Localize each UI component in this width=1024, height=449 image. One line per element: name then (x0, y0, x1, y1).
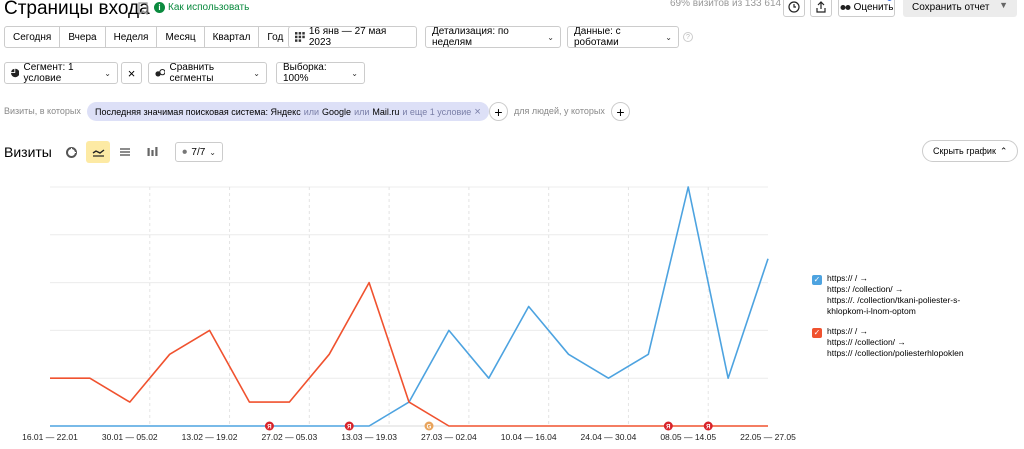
chevron-down-icon: ⌄ (209, 147, 216, 157)
x-tick-label: 30.01 — 05.02 (102, 432, 158, 442)
segment-dropdown[interactable]: Сегмент: 1 условие ⌄ (4, 62, 118, 84)
chevron-down-icon: ▼ (999, 0, 1008, 10)
clear-segment-button[interactable]: × (121, 62, 142, 84)
x-tick-label: 13.03 — 19.03 (341, 432, 397, 442)
x-tick-label: 24.04 — 30.04 (581, 432, 637, 442)
x-tick-label: 13.02 — 19.02 (182, 432, 238, 442)
x-tick-label: 27.03 — 02.04 (421, 432, 477, 442)
series-line (50, 186, 769, 427)
period-quarter[interactable]: Квартал (205, 27, 260, 47)
comment-icon (182, 149, 187, 154)
rate-icon (840, 4, 851, 10)
data-dropdown[interactable]: Данные: с роботами ⌄ (567, 26, 679, 48)
legend-item[interactable]: ✓ https:// / → https:/ /collection/ → ht… (812, 273, 1022, 317)
x-tick-label: 22.05 — 27.05 (740, 432, 796, 442)
period-year[interactable]: Год (259, 27, 291, 47)
calendar-icon (295, 32, 305, 42)
pie-icon (65, 146, 77, 158)
legend-item[interactable]: ✓ https:// / → https:// /collection/ → h… (812, 326, 1022, 359)
chevron-down-icon: ⌄ (665, 32, 672, 42)
period-month[interactable]: Месяц (157, 27, 205, 47)
chevron-down-icon: ⌄ (351, 68, 358, 78)
annotation-marker-label: Я (347, 425, 351, 431)
info-icon: i (154, 2, 165, 13)
period-week[interactable]: Неделя (106, 27, 158, 47)
rate-button[interactable]: Оценить (838, 0, 895, 17)
date-range-picker[interactable]: 16 янв — 27 мая 2023 (288, 26, 417, 48)
bar-chart-icon (147, 147, 157, 156)
compare-segments-dropdown[interactable]: Сравнить сегменты ⌄ (148, 62, 267, 84)
plus-icon: + (494, 103, 503, 120)
bookmark-icon[interactable] (138, 2, 148, 15)
visits-total: 69% визитов из 133 614 (670, 0, 782, 9)
chart-type-area[interactable] (113, 141, 137, 163)
chart-type-pie[interactable] (59, 141, 83, 163)
plus-icon: + (616, 103, 625, 120)
share-icon (816, 1, 826, 13)
chevron-down-icon: ⌄ (104, 68, 111, 78)
pie-icon (11, 68, 20, 78)
export-button[interactable] (810, 0, 832, 17)
series-count-dropdown[interactable]: 7/7 ⌄ (175, 142, 223, 162)
period-today[interactable]: Сегодня (5, 27, 61, 47)
hide-chart-button[interactable]: Скрыть график ⌃ (922, 140, 1019, 162)
clock-icon (788, 1, 800, 13)
add-visit-filter-button[interactable]: + (489, 102, 508, 121)
checkbox-icon[interactable]: ✓ (812, 275, 822, 285)
chart-title: Визиты (4, 144, 52, 160)
x-tick-label: 27.02 — 05.03 (261, 432, 317, 442)
area-chart-icon (120, 148, 130, 156)
chart-type-line[interactable] (86, 141, 110, 163)
x-tick-label: 08.05 — 14.05 (660, 432, 716, 442)
x-tick-label: 10.04 — 16.04 (501, 432, 557, 442)
annotation-marker-label: Я (706, 425, 710, 431)
sample-dropdown[interactable]: Выборка: 100% ⌄ (276, 62, 365, 84)
chevron-down-icon: ⌄ (547, 32, 554, 42)
chart-type-bar[interactable] (140, 141, 164, 163)
close-icon[interactable]: × (474, 106, 480, 118)
add-people-filter-button[interactable]: + (611, 102, 630, 121)
checkbox-icon[interactable]: ✓ (812, 328, 822, 338)
close-icon: × (127, 65, 136, 81)
help-icon[interactable]: ? (683, 32, 693, 42)
page-title: Страницы входа (4, 0, 150, 19)
visits-line-chart: 16.01 — 22.01 30.01 — 05.02 13.02 — 19.02 2… (22, 186, 796, 442)
annotation-marker-label: Я (267, 425, 271, 431)
chevron-up-icon: ⌃ (999, 145, 1008, 156)
annotation-marker-label: Я (666, 425, 670, 431)
compare-icon (155, 68, 166, 77)
detail-dropdown[interactable]: Детализация: по неделям ⌄ (425, 26, 561, 48)
people-filter-label: для людей, у которых (514, 106, 605, 116)
filter-chip[interactable]: Последняя значимая поисковая система: Ян… (87, 102, 489, 121)
chevron-down-icon: ⌄ (253, 68, 260, 78)
period-selector: Сегодня Вчера Неделя Месяц Квартал Год (4, 26, 293, 48)
x-tick-label: 16.01 — 22.01 (22, 432, 78, 442)
period-yesterday[interactable]: Вчера (60, 27, 106, 47)
line-chart-icon (92, 148, 104, 157)
annotation-marker-label: G (427, 425, 432, 431)
save-report-button[interactable]: Сохранить отчет ▼ (903, 0, 1017, 17)
history-button[interactable] (783, 0, 805, 17)
filter-prefix: Визиты, в которых (4, 106, 81, 116)
chart-legend: ✓ https:// / → https:/ /collection/ → ht… (812, 273, 1022, 368)
howto-link[interactable]: i Как использовать (154, 2, 249, 13)
